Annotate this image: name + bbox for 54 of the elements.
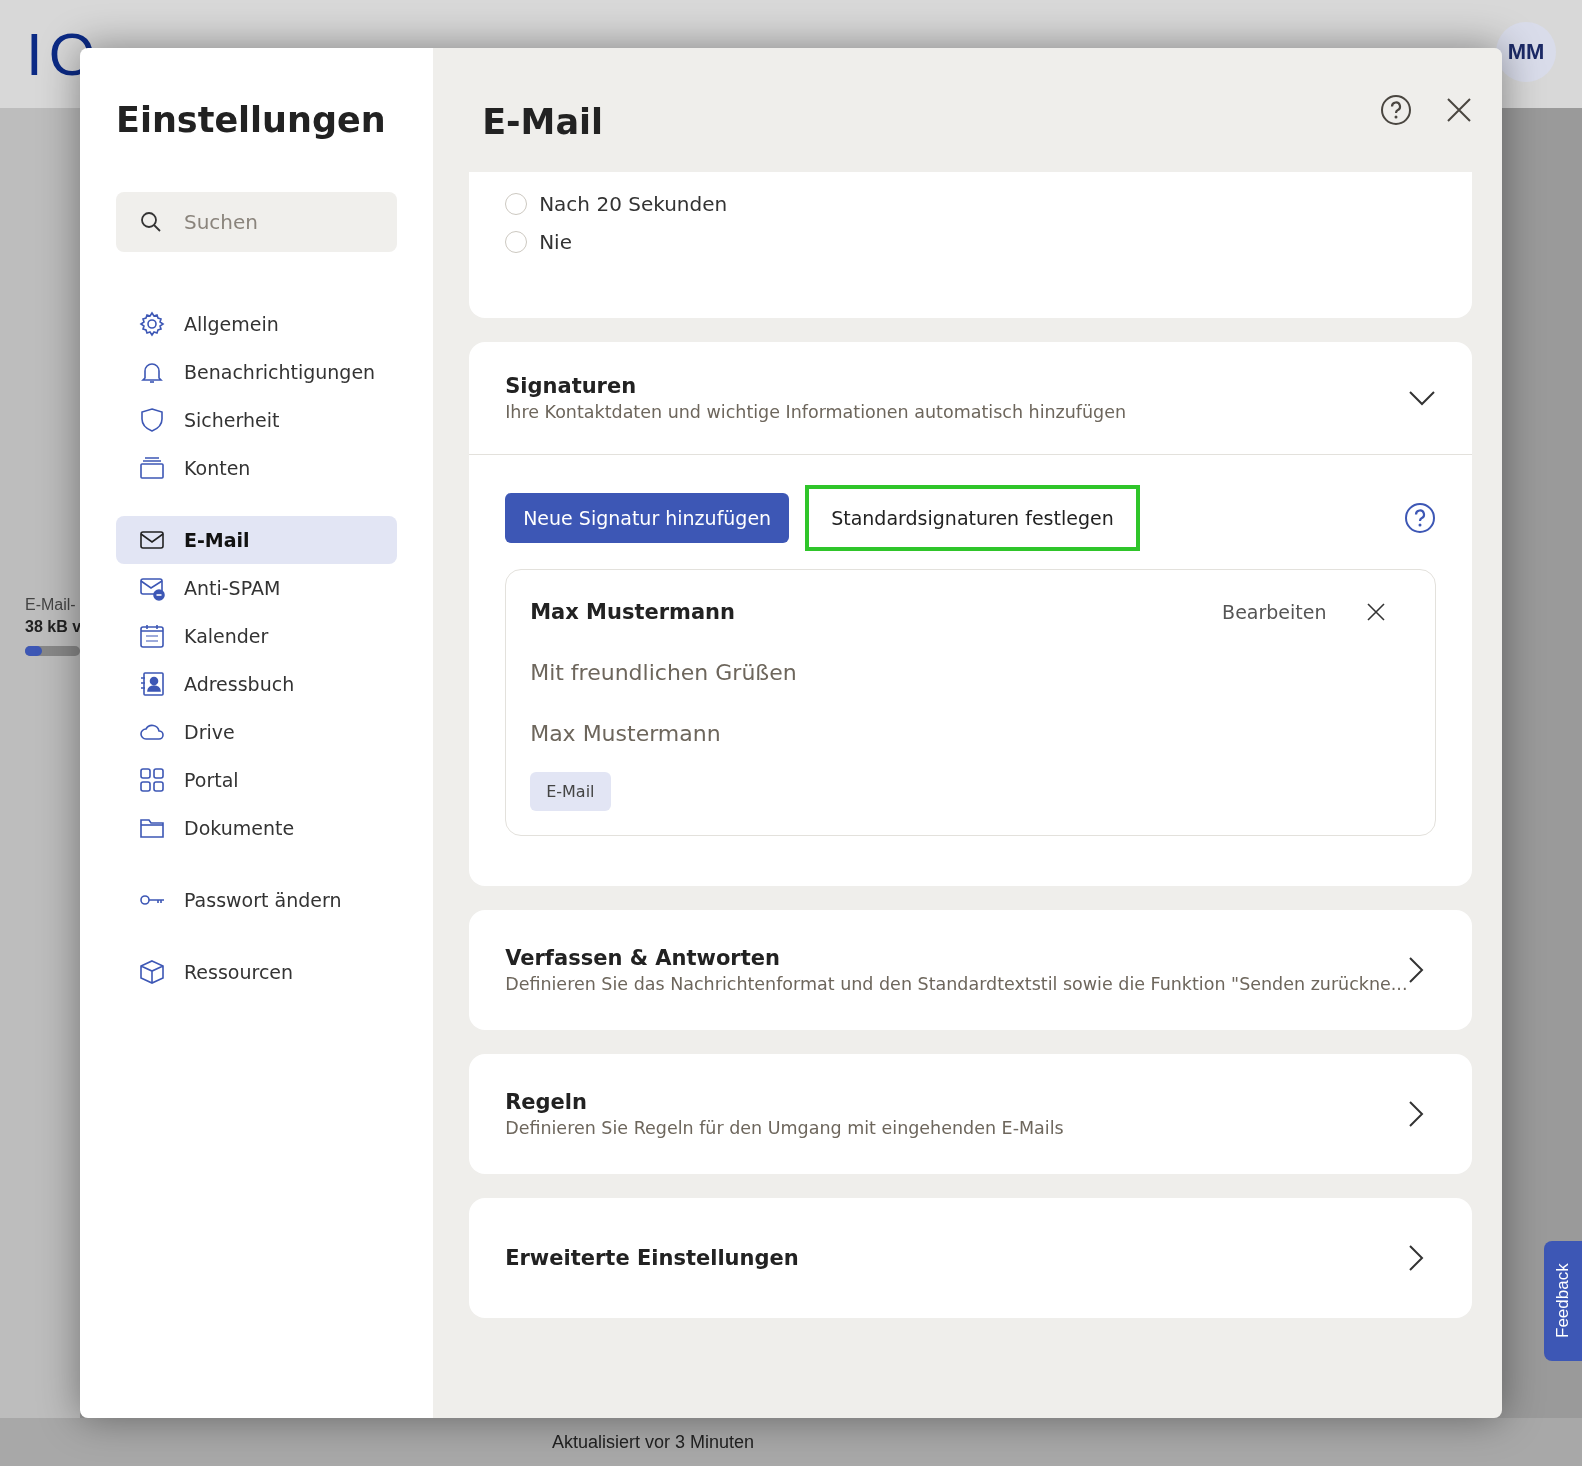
shield-icon xyxy=(138,406,166,434)
signature-name: Max Mustermann xyxy=(530,600,736,624)
signature-line: Max Mustermann xyxy=(530,721,722,746)
panel-title: E-Mail xyxy=(482,102,605,142)
settings-title: Einstellungen xyxy=(116,100,387,140)
nav-item[interactable]: Dokumente xyxy=(116,804,398,852)
section-card[interactable]: Regeln Definieren Sie Regeln für den Umgang mit eingehenden E-Mails xyxy=(469,1054,1472,1174)
section-title: Regeln xyxy=(505,1090,588,1114)
section-description: Definieren Sie das Nachrichtenformat und den Standardtextstil sowie die Funktion "Senden zurückne... xyxy=(505,974,1408,994)
radio-option[interactable]: Nach 20 Sekunden xyxy=(505,192,1436,216)
section-description: Ihre Kontaktdaten und wichtige Informationen automatisch hinzufügen xyxy=(505,402,1128,422)
cube-icon xyxy=(138,958,166,986)
nav-item[interactable]: E-Mail xyxy=(116,516,398,564)
section-card[interactable]: Verfassen & Antworten Definieren Sie das Nachrichtenformat und den Standardtextstil sowie die Funktion "Senden zurückne... xyxy=(469,910,1472,1030)
help-icon[interactable] xyxy=(1403,502,1436,534)
chevron-icon xyxy=(1407,956,1424,984)
close-icon[interactable] xyxy=(1445,97,1472,123)
section-title: Verfassen & Antworten xyxy=(505,946,781,970)
contact-book-icon xyxy=(138,670,166,698)
nav-item[interactable]: Kalender xyxy=(116,612,398,660)
nav-item[interactable]: Passwort ändern xyxy=(116,876,398,924)
nav-item[interactable]: Konten xyxy=(116,444,398,492)
gear-icon xyxy=(138,310,166,338)
section-title: Signaturen xyxy=(505,374,638,398)
nav-item[interactable]: Drive xyxy=(116,708,398,756)
stack-icon xyxy=(138,454,166,482)
section-title: Erweiterte Einstellungen xyxy=(505,1246,800,1270)
nav-item[interactable]: Benachrichtigungen xyxy=(116,348,398,396)
nav-item[interactable]: Adressbuch xyxy=(116,660,398,708)
nav-item[interactable]: Ressourcen xyxy=(116,948,398,996)
chevron-icon[interactable] xyxy=(1407,390,1436,406)
status-text: Aktualisiert vor 3 Minuten xyxy=(552,1431,755,1453)
radio-option[interactable]: Nie xyxy=(505,230,1436,254)
chevron-icon xyxy=(1407,1244,1424,1272)
chevron-icon xyxy=(1407,1100,1424,1128)
nav-item[interactable]: Allgemein xyxy=(116,300,398,348)
edit-link[interactable]: Bearbeiten xyxy=(1222,601,1327,623)
tag: E-Mail xyxy=(530,772,611,811)
search-icon xyxy=(140,211,162,233)
search-field[interactable]: Suchen xyxy=(116,192,398,252)
nav-item[interactable]: Portal xyxy=(116,756,398,804)
close-icon[interactable] xyxy=(1366,603,1385,621)
help-icon[interactable] xyxy=(1379,94,1412,126)
feedback-button[interactable]: Feedback xyxy=(1544,1241,1582,1361)
calendar-icon xyxy=(138,622,166,650)
section-card[interactable]: Erweiterte Einstellungen xyxy=(469,1198,1472,1318)
add-button[interactable]: Neue Signatur hinzufügen xyxy=(505,493,790,543)
signature-line: Mit freundlichen Grüßen xyxy=(530,660,798,685)
avatar[interactable]: MM xyxy=(1496,22,1556,82)
nav-item[interactable]: Sicherheit xyxy=(116,396,398,444)
section-description: Definieren Sie Regeln für den Umgang mit eingehenden E-Mails xyxy=(505,1118,1065,1138)
nav-item[interactable]: Anti-SPAM xyxy=(116,564,398,612)
grid-icon xyxy=(138,766,166,794)
storage-label: E-Mail- xyxy=(25,596,77,614)
